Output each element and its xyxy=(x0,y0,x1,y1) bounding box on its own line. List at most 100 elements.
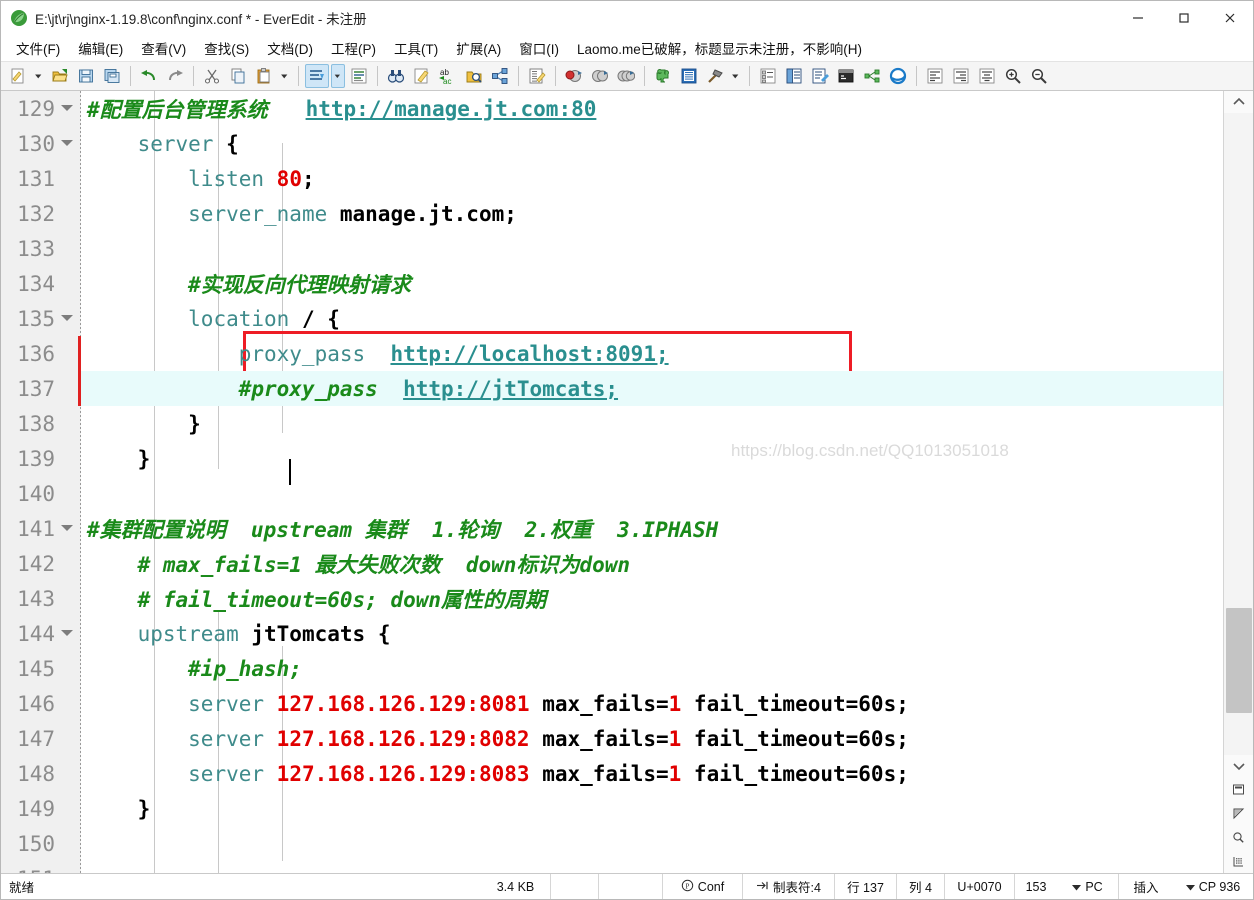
scrollbar-thumb[interactable] xyxy=(1225,608,1252,713)
align-right-icon[interactable] xyxy=(949,64,973,88)
gutter-row[interactable]: 147 xyxy=(1,721,81,756)
menu-project[interactable]: 工程(P) xyxy=(322,35,385,61)
code-line[interactable]: server 127.168.126.129:8081 max_fails= 1 … xyxy=(81,686,1223,721)
gutter-row[interactable]: 140 xyxy=(1,476,81,511)
code-line[interactable]: proxy_pass http://localhost:8091; xyxy=(81,336,1223,371)
line-number-gutter[interactable]: 129 130 131 132 133 134 135 136 137 138 139 140 141 1… xyxy=(1,91,81,873)
fold-toggle-icon[interactable] xyxy=(57,314,77,324)
menu-search[interactable]: 查找(S) xyxy=(195,35,258,61)
gutter-row[interactable]: 146 xyxy=(1,686,81,721)
gutter-row[interactable]: 144 xyxy=(1,616,81,651)
bookmark-flag-icon[interactable] xyxy=(1224,801,1254,825)
chevron-down-icon[interactable] xyxy=(729,64,743,88)
code-line[interactable]: server { xyxy=(81,126,1223,161)
macro-play-icon[interactable] xyxy=(588,64,612,88)
bookmark-nodes-icon[interactable] xyxy=(488,64,512,88)
code-line[interactable]: listen 80; xyxy=(81,161,1223,196)
fold-toggle-icon[interactable] xyxy=(57,104,77,114)
align-left-icon[interactable] xyxy=(923,64,947,88)
status-insert-mode[interactable]: 插入 xyxy=(1119,874,1173,899)
menu-extensions[interactable]: 扩展(A) xyxy=(447,35,510,61)
find-in-files-icon[interactable] xyxy=(462,64,486,88)
gutter-row[interactable]: 149 xyxy=(1,791,81,826)
scroll-down-button[interactable] xyxy=(1224,755,1254,777)
structure-panel-icon[interactable] xyxy=(860,64,884,88)
save-icon[interactable] xyxy=(74,64,98,88)
code-line[interactable]: #配置后台管理系统 http://manage.jt.com:80 xyxy=(81,91,1223,126)
maximize-button[interactable] xyxy=(1161,1,1207,35)
build-hammer-icon[interactable] xyxy=(703,64,727,88)
gutter-row[interactable]: 150 xyxy=(1,826,81,861)
indent-lines-icon[interactable] xyxy=(305,64,329,88)
browser-ie-icon[interactable] xyxy=(886,64,910,88)
code-line-current[interactable]: #proxy_pass http://jtTomcats; xyxy=(81,371,1223,406)
status-eol[interactable]: PC xyxy=(1057,874,1119,899)
code-line[interactable] xyxy=(81,231,1223,266)
minimap-icon[interactable] xyxy=(1224,849,1254,873)
gutter-row[interactable]: 148 xyxy=(1,756,81,791)
code-line[interactable]: # max_fails=1 最大失败次数 down标识为down xyxy=(81,546,1223,581)
open-folder-icon[interactable] xyxy=(48,64,72,88)
code-line[interactable]: #实现反向代理映射请求 xyxy=(81,266,1223,301)
fold-toggle-icon[interactable] xyxy=(57,139,77,149)
menu-document[interactable]: 文档(D) xyxy=(258,35,322,61)
code-line[interactable] xyxy=(81,826,1223,861)
code-line[interactable]: server_name manage.jt.com; xyxy=(81,196,1223,231)
hex-view-icon[interactable] xyxy=(525,64,549,88)
minimize-button[interactable] xyxy=(1115,1,1161,35)
chevron-down-icon[interactable] xyxy=(278,64,292,88)
code-line[interactable]: } xyxy=(81,406,1223,441)
zoom-in-icon[interactable] xyxy=(1001,64,1025,88)
close-button[interactable] xyxy=(1207,1,1253,35)
gutter-row[interactable]: 131 xyxy=(1,161,81,196)
undo-icon[interactable] xyxy=(137,64,161,88)
snippet-panel-icon[interactable] xyxy=(808,64,832,88)
code-content[interactable]: https://blog.csdn.net/QQ1013051018 #配置后台… xyxy=(81,91,1223,873)
gutter-row[interactable]: 138 xyxy=(1,406,81,441)
redo-icon[interactable] xyxy=(163,64,187,88)
gutter-row[interactable]: 141 xyxy=(1,511,81,546)
menu-view[interactable]: 查看(V) xyxy=(132,35,195,61)
menu-edit[interactable]: 编辑(E) xyxy=(69,35,132,61)
find-magnifier-icon[interactable] xyxy=(1224,825,1254,849)
code-line[interactable]: server 127.168.126.129:8083 max_fails= 1 … xyxy=(81,756,1223,791)
align-center-icon[interactable] xyxy=(975,64,999,88)
chevron-down-icon[interactable] xyxy=(331,64,345,88)
cut-scissors-icon[interactable] xyxy=(200,64,224,88)
fold-toggle-icon[interactable] xyxy=(57,629,77,639)
code-line[interactable]: } xyxy=(81,791,1223,826)
page-map-icon[interactable] xyxy=(1224,777,1254,801)
gutter-row[interactable]: 143 xyxy=(1,581,81,616)
replace-abac-icon[interactable]: ab ac xyxy=(436,64,460,88)
status-encoding[interactable]: CP 936 xyxy=(1173,874,1253,899)
gutter-row[interactable]: 136 xyxy=(1,336,81,371)
gutter-row[interactable]: 151 xyxy=(1,861,81,874)
code-line[interactable] xyxy=(81,861,1223,873)
code-line[interactable] xyxy=(81,476,1223,511)
plugin-puzzle-icon[interactable] xyxy=(651,64,675,88)
code-line[interactable]: upstream jtTomcats { xyxy=(81,616,1223,651)
scrollbar-track[interactable] xyxy=(1223,113,1253,755)
explorer-panel-icon[interactable] xyxy=(782,64,806,88)
gutter-row[interactable]: 139 xyxy=(1,441,81,476)
zoom-out-icon[interactable] xyxy=(1027,64,1051,88)
save-all-icon[interactable] xyxy=(100,64,124,88)
status-tab-width[interactable]: 制表符:4 xyxy=(743,874,835,899)
wordwrap-icon[interactable] xyxy=(347,64,371,88)
code-line[interactable]: # fail_timeout=60s; down属性的周期 xyxy=(81,581,1223,616)
gutter-row[interactable]: 133 xyxy=(1,231,81,266)
gutter-row[interactable]: 134 xyxy=(1,266,81,301)
scroll-up-button[interactable] xyxy=(1224,91,1254,113)
gutter-row[interactable]: 132 xyxy=(1,196,81,231)
paste-icon[interactable] xyxy=(252,64,276,88)
gutter-row[interactable]: 137 xyxy=(1,371,81,406)
code-line[interactable]: } xyxy=(81,441,1223,476)
gutter-row[interactable]: 129 xyxy=(1,91,81,126)
menu-tools[interactable]: 工具(T) xyxy=(385,35,447,61)
macro-record-icon[interactable] xyxy=(562,64,586,88)
gutter-row[interactable]: 145 xyxy=(1,651,81,686)
menu-file[interactable]: 文件(F) xyxy=(7,35,69,61)
find-binoculars-icon[interactable] xyxy=(384,64,408,88)
status-syntax[interactable]: P Conf xyxy=(663,874,743,899)
copy-icon[interactable] xyxy=(226,64,250,88)
